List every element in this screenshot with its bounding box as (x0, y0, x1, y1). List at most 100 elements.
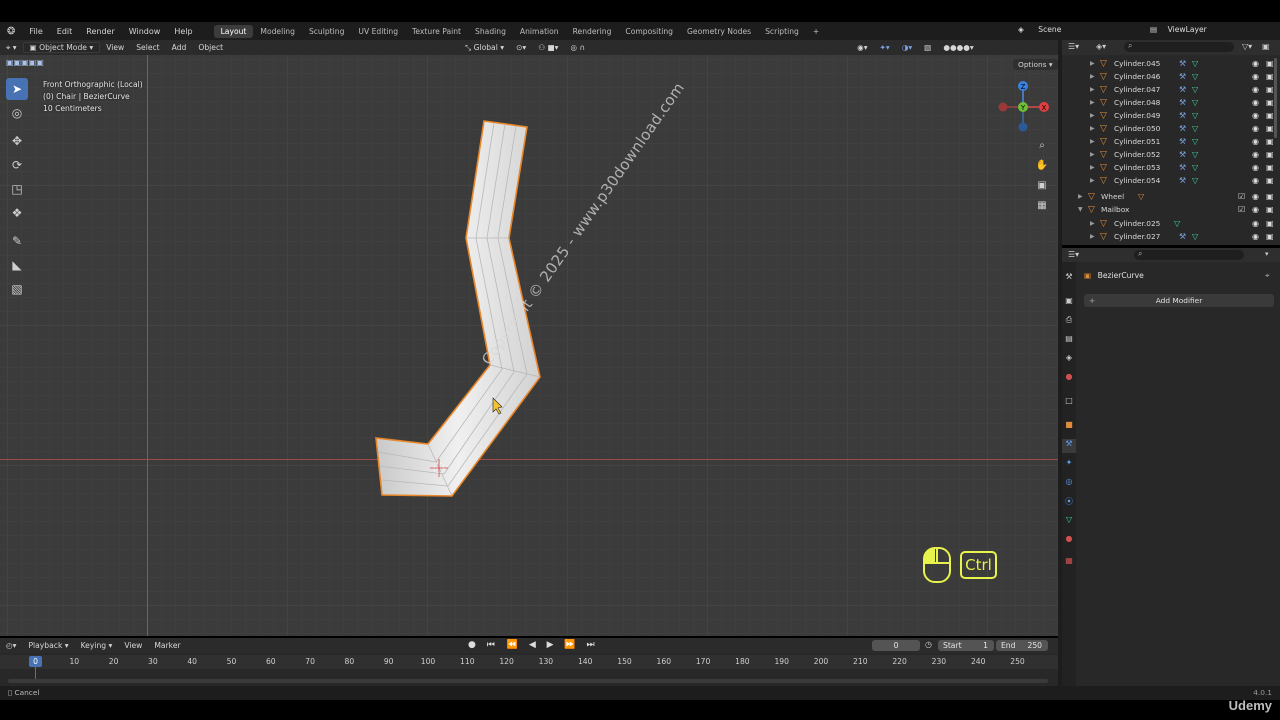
properties-options-icon[interactable]: ▾ (1265, 250, 1269, 258)
camera-icon[interactable]: ▣ (1266, 85, 1274, 94)
eye-icon[interactable]: ◉ (1252, 98, 1259, 107)
pin-icon[interactable]: ⌖ (1265, 271, 1270, 281)
outliner-row[interactable]: ▶ ▽ Cylinder.053 ⚒ ▽ ◉ ▣ (1062, 161, 1280, 174)
view-layer-tab-icon[interactable]: ▤ (1062, 334, 1076, 348)
outliner-row[interactable]: ▶ ▽ Cylinder.027 ⚒ ▽ ◉ ▣ (1062, 230, 1280, 243)
timeline-menu-playback[interactable]: Playback ▾ (22, 641, 74, 650)
camera-icon[interactable]: ▣ (1266, 98, 1274, 107)
camera-icon[interactable]: ▣ (1266, 219, 1274, 228)
prev-keyframe-icon[interactable]: ⏪ (507, 640, 522, 650)
play-reverse-icon[interactable]: ◀ (529, 640, 540, 650)
outliner-row-collection[interactable]: ▼ ▽ Mailbox ☑ ◉ ▣ (1062, 203, 1280, 216)
object-tab-icon[interactable]: ■ (1062, 420, 1076, 434)
timeline-tick-label: 50 (226, 657, 237, 666)
properties-search-input[interactable] (1134, 250, 1244, 260)
outliner-row[interactable]: ▶ ▽ Cylinder.047 ⚒ ▽ ◉ ▣ (1062, 83, 1280, 96)
eye-icon[interactable]: ◉ (1252, 219, 1259, 228)
eye-icon[interactable]: ◉ (1252, 232, 1259, 241)
timeline-menu-view[interactable]: View (118, 641, 148, 650)
outliner-row[interactable]: ▶ ▽ Cylinder.052 ⚒ ▽ ◉ ▣ (1062, 148, 1280, 161)
properties-editor-icon[interactable]: ☰▾ (1068, 250, 1079, 259)
outliner-row[interactable]: ▶ ▽ Cylinder.045 ⚒ ▽ ◉ ▣ (1062, 57, 1280, 70)
camera-icon[interactable]: ▣ (1266, 192, 1274, 201)
keying-label: Keying (80, 641, 107, 650)
record-icon[interactable]: ● (468, 640, 480, 650)
stopwatch-icon[interactable]: ◷ (925, 640, 932, 649)
timeline-editor-icon[interactable]: ◴▾ (0, 641, 22, 650)
camera-icon[interactable]: ▣ (1266, 163, 1274, 172)
camera-icon[interactable]: ▣ (1266, 176, 1274, 185)
outliner-row[interactable]: ▶ ▽ Cylinder.054 ⚒ ▽ ◉ ▣ (1062, 174, 1280, 187)
gizmo-neg-z-axis[interactable] (1018, 122, 1028, 132)
timeline-menu-marker[interactable]: Marker (148, 641, 186, 650)
jump-end-icon[interactable]: ⏭ (587, 640, 599, 650)
jump-start-icon[interactable]: ⏮ (487, 640, 500, 650)
eye-icon[interactable]: ◉ (1252, 205, 1259, 214)
outliner-scrollbar[interactable] (1274, 58, 1277, 138)
eye-icon[interactable]: ◉ (1252, 137, 1259, 146)
next-keyframe-icon[interactable]: ⏩ (564, 640, 579, 650)
tool-properties-tab-icon[interactable]: ⚒ (1062, 272, 1076, 286)
new-collection-icon[interactable]: ▣ (1262, 42, 1270, 51)
render-properties-tab-icon[interactable]: ▣ (1062, 296, 1076, 310)
zoom-icon[interactable]: ⌕ (1034, 136, 1050, 156)
timeline-menu-keying[interactable]: Keying ▾ (75, 641, 119, 650)
timeline-scrollbar[interactable] (8, 679, 1048, 683)
start-frame-field[interactable]: Start 1 (938, 640, 994, 651)
perspective-grid-icon[interactable]: ▦ (1034, 196, 1050, 216)
outliner-row[interactable]: ▶ ▽ Cylinder.048 ⚒ ▽ ◉ ▣ (1062, 96, 1280, 109)
eye-icon[interactable]: ◉ (1252, 85, 1259, 94)
play-icon[interactable]: ▶ (547, 640, 558, 650)
eye-icon[interactable]: ◉ (1252, 176, 1259, 185)
eye-icon[interactable]: ◉ (1252, 72, 1259, 81)
camera-icon[interactable]: ▣ (1266, 59, 1274, 68)
eye-icon[interactable]: ◉ (1252, 192, 1259, 201)
view-layer-selector[interactable]: ▤ ViewLayer (1150, 25, 1207, 34)
camera-icon[interactable]: ▣ (1266, 137, 1274, 146)
scene-tab-icon[interactable]: ◈ (1062, 353, 1076, 367)
add-modifier-button[interactable]: + Add Modifier (1084, 294, 1274, 307)
eye-icon[interactable]: ◉ (1252, 150, 1259, 159)
camera-icon[interactable]: ▣ (1266, 232, 1274, 241)
end-frame-field[interactable]: End 250 (996, 640, 1048, 651)
collection-tab-icon[interactable]: □ (1062, 396, 1076, 410)
camera-view-icon[interactable]: ▣ (1034, 176, 1050, 196)
eye-icon[interactable]: ◉ (1252, 111, 1259, 120)
constraints-tab-icon[interactable]: ⦿ (1062, 496, 1076, 510)
outliner-row[interactable]: ▶ ▽ Cylinder.051 ⚒ ▽ ◉ ▣ (1062, 135, 1280, 148)
gizmo-neg-x-axis[interactable] (998, 102, 1008, 112)
outliner-row[interactable]: ▶ ▽ Cylinder.025 ▽ ◉ ▣ (1062, 217, 1280, 230)
timeline-tick-label: 100 (420, 657, 436, 666)
outliner-row[interactable]: ▶ ▽ Cylinder.046 ⚒ ▽ ◉ ▣ (1062, 70, 1280, 83)
modifier-icon: ⚒ (1179, 163, 1187, 172)
particles-tab-icon[interactable]: ✦ (1062, 458, 1076, 472)
exclude-checkbox[interactable]: ☑ (1238, 205, 1245, 214)
display-mode-icon[interactable]: ◈▾ (1096, 42, 1106, 51)
camera-icon[interactable]: ▣ (1266, 111, 1274, 120)
camera-icon[interactable]: ▣ (1266, 150, 1274, 159)
physics-tab-icon[interactable]: ◎ (1062, 477, 1076, 491)
modifier-tab-icon[interactable]: ⚒ (1062, 439, 1076, 453)
camera-icon[interactable]: ▣ (1266, 205, 1274, 214)
texture-tab-icon[interactable]: ▦ (1062, 556, 1076, 570)
pan-hand-icon[interactable]: ✋ (1034, 156, 1050, 176)
output-properties-tab-icon[interactable]: ⎙ (1062, 315, 1076, 329)
camera-icon[interactable]: ▣ (1266, 124, 1274, 133)
outliner-row[interactable]: ▶ ▽ Cylinder.049 ⚒ ▽ ◉ ▣ (1062, 109, 1280, 122)
outliner-row-collection[interactable]: ▶ ▽ Wheel ▽ ☑ ◉ ▣ (1062, 190, 1280, 203)
eye-icon[interactable]: ◉ (1252, 124, 1259, 133)
data-tab-icon[interactable]: ▽ (1062, 515, 1076, 529)
eye-icon[interactable]: ◉ (1252, 163, 1259, 172)
world-tab-icon[interactable]: ● (1062, 372, 1076, 386)
eye-icon[interactable]: ◉ (1252, 59, 1259, 68)
filter-icon[interactable]: ▽▾ (1242, 42, 1252, 51)
current-frame-field[interactable]: 0 (872, 640, 920, 651)
bezier-curve-object[interactable] (0, 0, 1058, 636)
outliner-editor-icon[interactable]: ☰▾ (1068, 42, 1079, 51)
exclude-checkbox[interactable]: ☑ (1238, 192, 1245, 201)
material-tab-icon[interactable]: ● (1062, 534, 1076, 548)
outliner-search-input[interactable] (1124, 42, 1234, 52)
navigation-gizmo[interactable]: Z Y X (996, 78, 1052, 134)
camera-icon[interactable]: ▣ (1266, 72, 1274, 81)
outliner-row[interactable]: ▶ ▽ Cylinder.050 ⚒ ▽ ◉ ▣ (1062, 122, 1280, 135)
